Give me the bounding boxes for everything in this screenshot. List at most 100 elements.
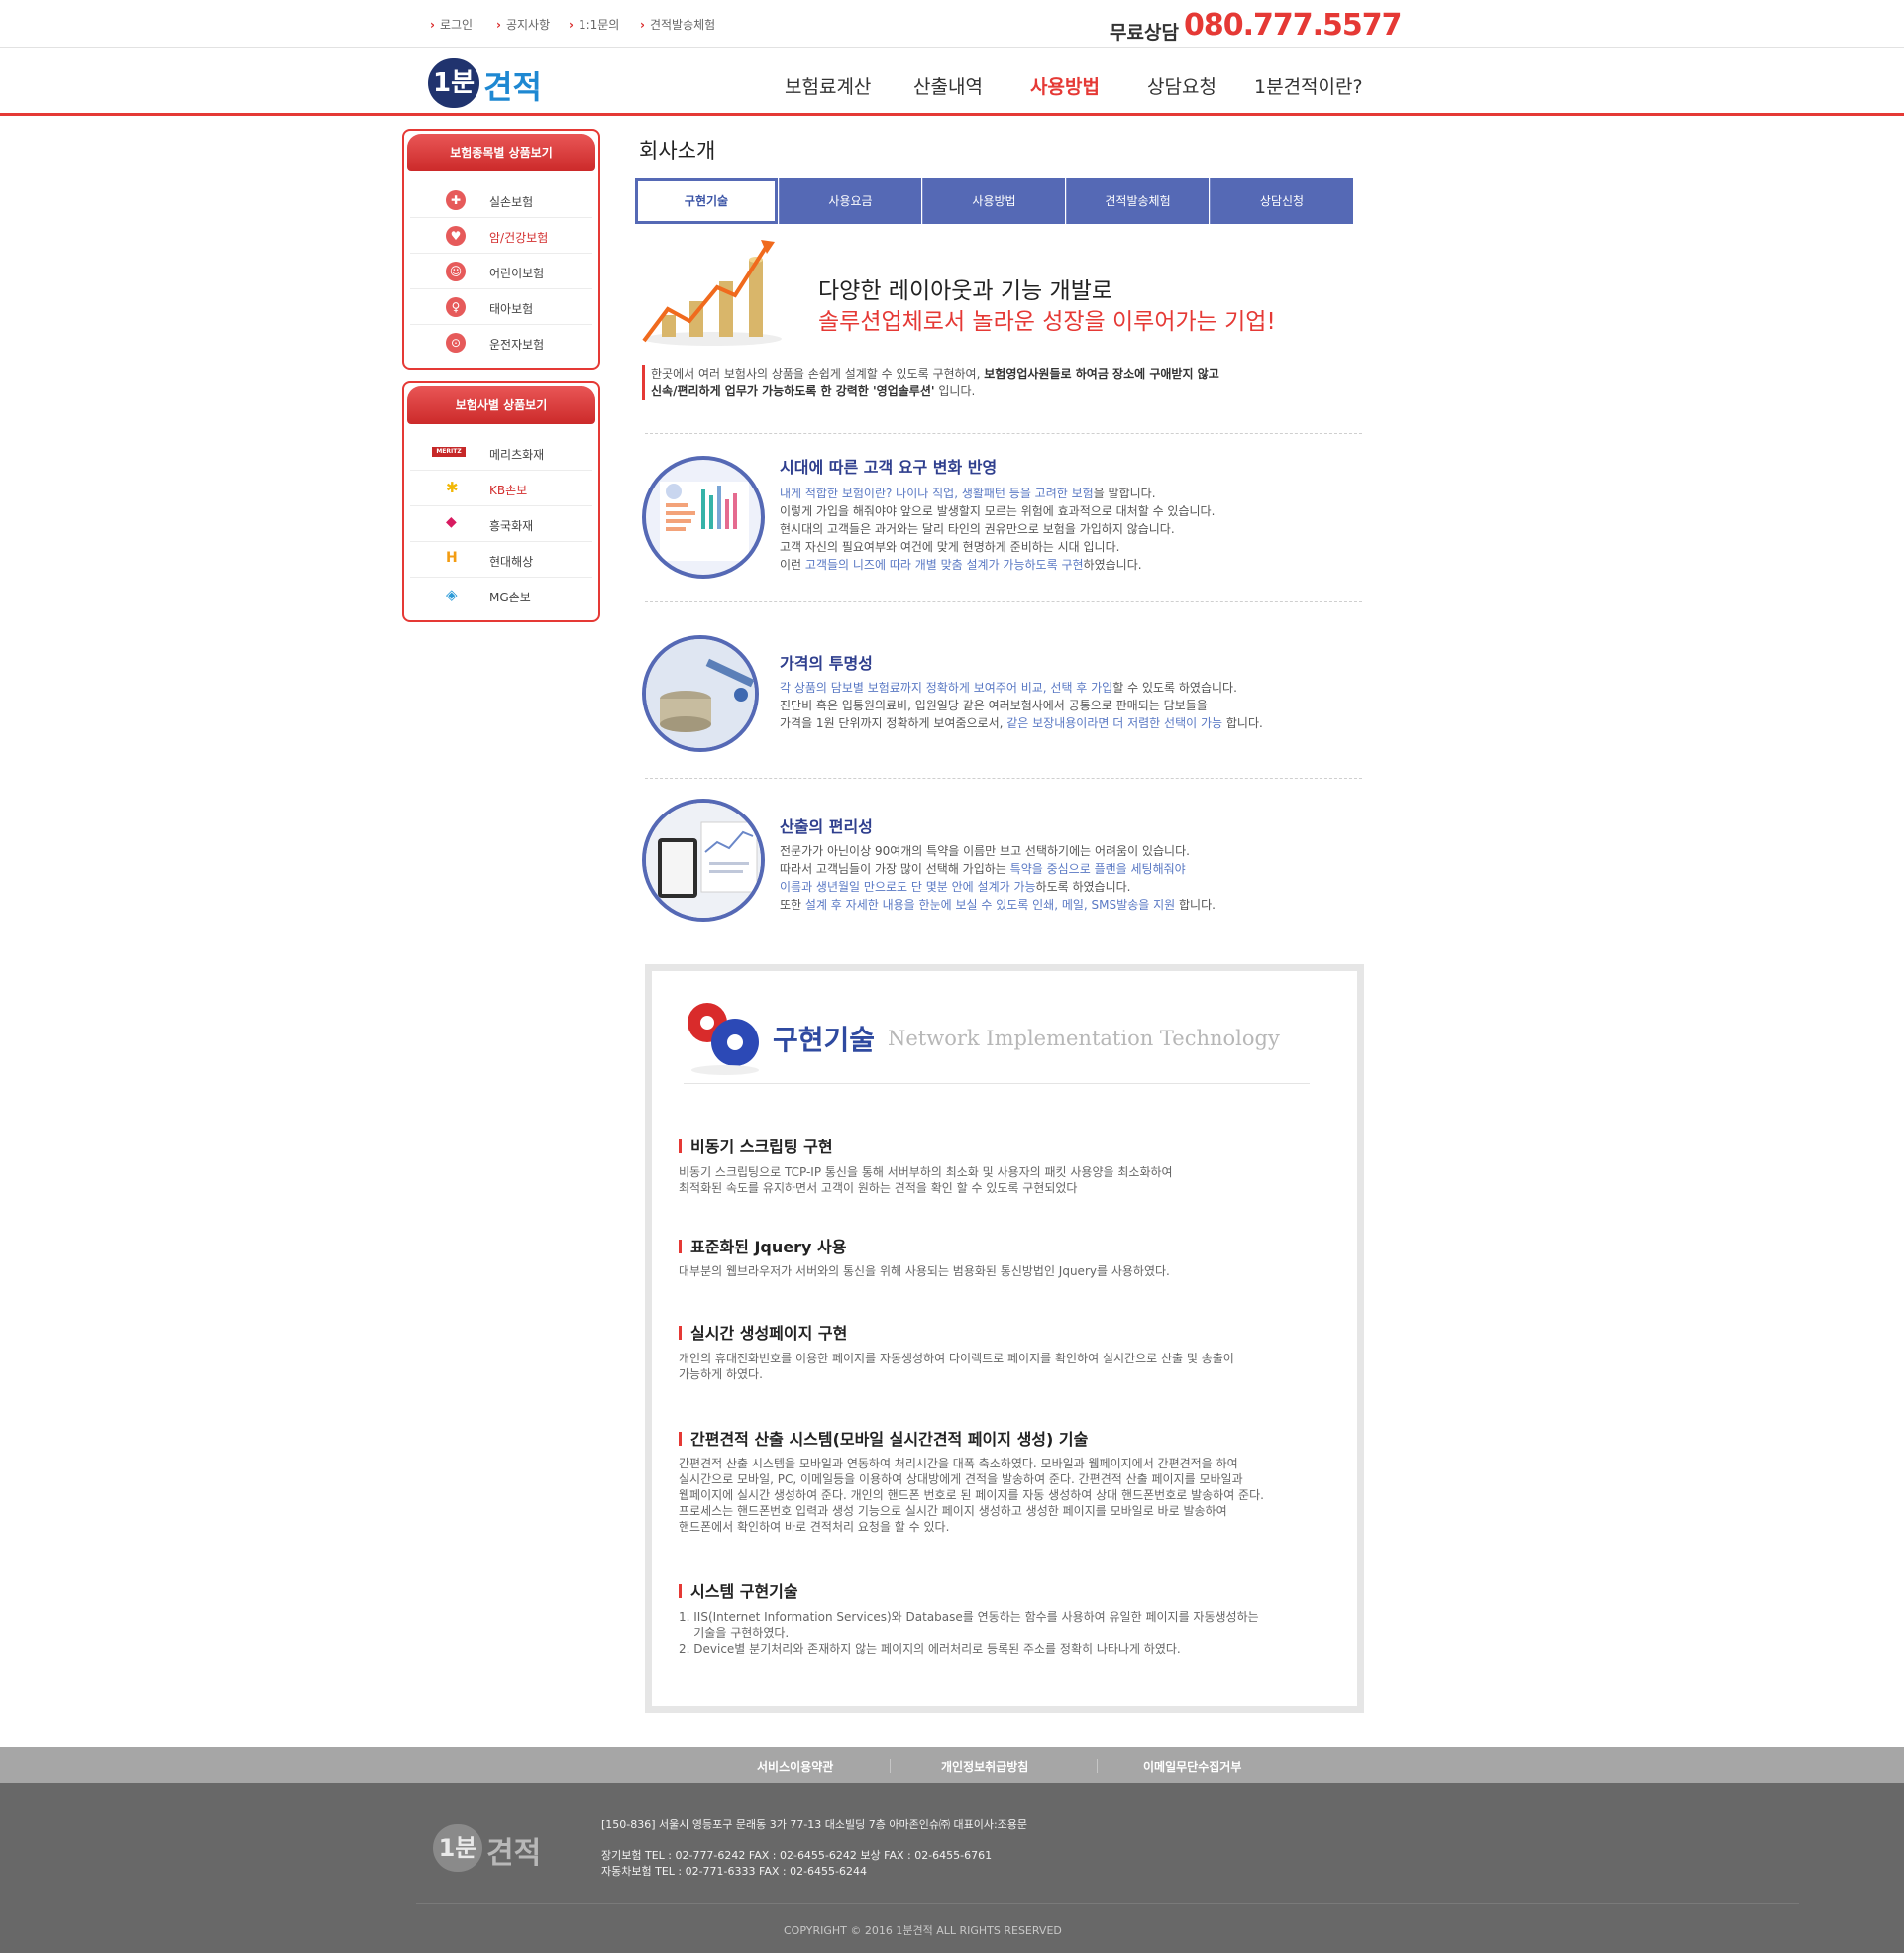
heungkuk-logo-icon: ◆: [446, 514, 457, 530]
nav-calc-history[interactable]: 산출내역: [913, 72, 983, 99]
tech-section-line: 1. IIS(Internet Information Services)와 D…: [679, 1610, 1259, 1624]
feature-line: 진단비 혹은 입통원의료비, 입원일당 같은 여러보험사에서 공통으로 판매되는…: [780, 699, 1208, 712]
sidebar-item-label: 어린이보험: [489, 267, 545, 280]
product-category-box: 보험종목별 상품보기 ✚ 실손보험 ♥ 암/건강보험 ☺ 어린이보험 ♀ 태아보…: [402, 129, 600, 370]
sidebar-item-label: 암/건강보험: [489, 231, 549, 245]
notice-link[interactable]: 공지사항: [496, 16, 550, 33]
sidebar-item-fetus[interactable]: ♀ 태아보험: [410, 289, 592, 325]
sidebar-item-label: 운전자보험: [489, 338, 545, 352]
sidebar-item-cancer-health[interactable]: ♥ 암/건강보험: [410, 218, 592, 254]
feature-title: 시대에 따른 고객 요구 변화 반영: [780, 458, 998, 477]
tech-subtitle: Network Implementation Technology: [888, 1027, 1280, 1050]
tech-section-line: 개인의 휴대전화번호를 이용한 페이지를 자동생성하여 다이렉트로 페이지를 확…: [679, 1352, 1234, 1365]
child-icon: ☺: [446, 262, 468, 281]
sidebar-item-label: 실손보험: [489, 195, 534, 209]
gears-icon: [688, 1003, 759, 1075]
sidebar-item-kb[interactable]: ✱ KB손보: [410, 471, 592, 506]
meritz-logo-icon: MERITZ: [432, 447, 466, 457]
tech-section-line: 간편견적 산출 시스템을 모바일과 연동하여 처리시간을 대폭 축소하였다. 모…: [679, 1457, 1238, 1470]
divider: [645, 778, 1362, 779]
tech-section-line: 기술을 구현하였다.: [679, 1626, 790, 1640]
intro-line1b: 보험영업사원들로 하여금 장소에 구애받지 않고: [984, 367, 1219, 380]
free-consult-label: 무료상담: [1110, 22, 1179, 44]
page-title: 회사소개: [639, 139, 716, 163]
footer-logo-mark: 1분: [433, 1824, 482, 1872]
tab-usage[interactable]: 사용방법: [922, 178, 1065, 224]
intro-subheadline: 솔루션업체로서 놀라운 성장을 이루어가는 기업!: [818, 309, 1276, 335]
car-icon: ⊙: [446, 333, 468, 353]
feature-line: 이름과 생년월일 만으로도 단 몇분 안에 설계가 가능하도록 하였습니다.: [780, 880, 1131, 894]
sidebar-item-meritz[interactable]: MERITZ 메리츠화재: [410, 435, 592, 471]
sidebar-item-label: 흥국화재: [489, 519, 534, 533]
sidebar-item-driver[interactable]: ⊙ 운전자보험: [410, 325, 592, 361]
consult-phone-number: 080.777.5577: [1184, 8, 1403, 43]
divider: [416, 1903, 1799, 1904]
heart-icon: ♥: [446, 226, 468, 246]
footer-logo: 1분 견적: [433, 1822, 562, 1874]
tab-quote-demo[interactable]: 견적발송체험: [1066, 178, 1209, 224]
tech-section-line: 가능하게 하였다.: [679, 1367, 763, 1381]
logo-mark: 1분: [428, 58, 479, 108]
top-utility-bar: 로그인 공지사항 1:1문의 견적발송체험 무료상담 080.777.5577: [0, 0, 1904, 48]
mg-logo-icon: ◈: [446, 586, 458, 603]
intro-line2-end: 입니다.: [934, 384, 976, 398]
feature-line: 각 상품의 담보별 보험료까지 정확하게 보여주어 비교, 선택 후 가입할 수…: [780, 681, 1237, 695]
tab-consult[interactable]: 상담신청: [1210, 178, 1353, 224]
divider: [684, 1083, 1310, 1084]
tab-tech[interactable]: 구현기술: [635, 178, 778, 224]
main-header: 1분 견적 보험료계산 산출내역 사용방법 상담요청 1분견적이란?: [0, 49, 1904, 116]
footer-tel-auto: 자동차보험 TEL : 02-771-6333 FAX : 02-6455-62…: [601, 1865, 868, 1878]
tech-section-box: 구현기술 Network Implementation Technology 비…: [645, 964, 1364, 1713]
tech-section-line: 핸드폰에서 확인하여 바로 견적처리 요청을 할 수 있다.: [679, 1520, 950, 1534]
sidebar-item-label: MG손보: [489, 591, 531, 604]
feature-line: 이렇게 가입을 해줘야야 앞으로 발생할지 모르는 위험에 효과적으로 대처할 …: [780, 504, 1216, 518]
nav-how-to-use[interactable]: 사용방법: [1030, 72, 1100, 99]
footer-address: [150-836] 서울시 영등포구 문래동 3가 77-13 대소빌딩 7층 …: [601, 1818, 1028, 1831]
tech-title: 구현기술: [773, 1024, 876, 1056]
copyright: COPYRIGHT © 2016 1분견적 ALL RIGHTS RESERVE…: [784, 1924, 1062, 1937]
feature-line: 고객 자신의 필요여부와 여건에 맞게 현명하게 준비하는 시대 입니다.: [780, 540, 1120, 554]
nav-about[interactable]: 1분견적이란?: [1254, 72, 1363, 99]
nav-consult-request[interactable]: 상담요청: [1147, 72, 1216, 99]
tech-section-line: 비동기 스크립팅으로 TCP-IP 통신을 통해 서버부하의 최소화 및 사용자…: [679, 1165, 1173, 1179]
logo-word: 견적: [483, 68, 542, 106]
divider: [890, 1759, 891, 1773]
sidebar-item-heungkuk[interactable]: ◆ 흥국화재: [410, 506, 592, 542]
sidebar-item-child[interactable]: ☺ 어린이보험: [410, 254, 592, 289]
sidebar-item-medical[interactable]: ✚ 실손보험: [410, 182, 592, 218]
feature-title: 가격의 투명성: [780, 654, 873, 673]
feature-line: 또한 설계 후 자세한 내용을 한눈에 보실 수 있도록 인쇄, 메일, SMS…: [780, 898, 1216, 912]
baby-icon: ♀: [446, 297, 468, 317]
tech-section-line: 웹페이지에 실시간 생성하여 준다. 개인의 핸드폰 번호로 된 페이지를 자동…: [679, 1488, 1264, 1502]
feature-line: 이런 고객들의 니즈에 따라 개별 맞춤 설계가 가능하도록 구현하였습니다.: [780, 558, 1142, 572]
feature-line: 가격을 1원 단위까지 정확하게 보여줌으로서, 같은 보장내용이라면 더 저렴…: [780, 716, 1263, 730]
inquiry-link[interactable]: 1:1문의: [569, 16, 619, 33]
tech-section-line: 프로세스는 핸드폰번호 입력과 생성 기능으로 실시간 페이지 생성하고 생성한…: [679, 1504, 1227, 1518]
sidebar-item-label: 태아보험: [489, 302, 534, 316]
insurer-box-title: 보험사별 상품보기: [407, 386, 595, 424]
tech-section-title: 실시간 생성페이지 구현: [679, 1320, 847, 1344]
nav-premium-calc[interactable]: 보험료계산: [785, 72, 871, 99]
email-refusal-link[interactable]: 이메일무단수집거부: [1143, 1758, 1241, 1775]
sidebar-item-hyundai[interactable]: H 현대해상: [410, 542, 592, 578]
tech-section-line: 대부분의 웹브라우저가 서버와의 통신을 위해 사용되는 범용화된 통신방법인 …: [679, 1264, 1170, 1278]
tech-section-title: 비동기 스크립팅 구현: [679, 1134, 833, 1157]
login-link[interactable]: 로그인: [430, 16, 473, 33]
sub-tabs: 구현기술 사용요금 사용방법 견적발송체험 상담신청: [635, 178, 1353, 224]
kb-logo-icon: ✱: [446, 479, 459, 496]
medical-icon: ✚: [446, 190, 468, 210]
footer-logo-word: 견적: [486, 1836, 542, 1871]
feature-line: 전문가가 아닌이상 90여개의 특약을 이름만 보고 선택하기에는 어려움이 있…: [780, 844, 1190, 858]
quote-demo-link[interactable]: 견적발송체험: [640, 16, 715, 33]
sidebar-item-label: KB손보: [489, 484, 528, 497]
sidebar-item-mg[interactable]: ◈ MG손보: [410, 578, 592, 613]
feature-chart-image: [642, 456, 765, 579]
tab-pricing[interactable]: 사용요금: [779, 178, 921, 224]
privacy-link[interactable]: 개인정보취급방침: [941, 1758, 1028, 1775]
terms-link[interactable]: 서비스이용약관: [757, 1758, 833, 1775]
tech-section-title: 간편견적 산출 시스템(모바일 실시간견적 페이지 생성) 기술: [679, 1426, 1088, 1450]
growth-chart-illustration: [642, 240, 782, 346]
footer-links-bar: 서비스이용약관 개인정보취급방침 이메일무단수집거부: [0, 1747, 1904, 1783]
tech-section-line: 실시간으로 모바일, PC, 이메일등을 이용하여 상대방에게 견적을 발송하여…: [679, 1472, 1243, 1486]
site-logo[interactable]: 1분 견적: [428, 56, 557, 108]
